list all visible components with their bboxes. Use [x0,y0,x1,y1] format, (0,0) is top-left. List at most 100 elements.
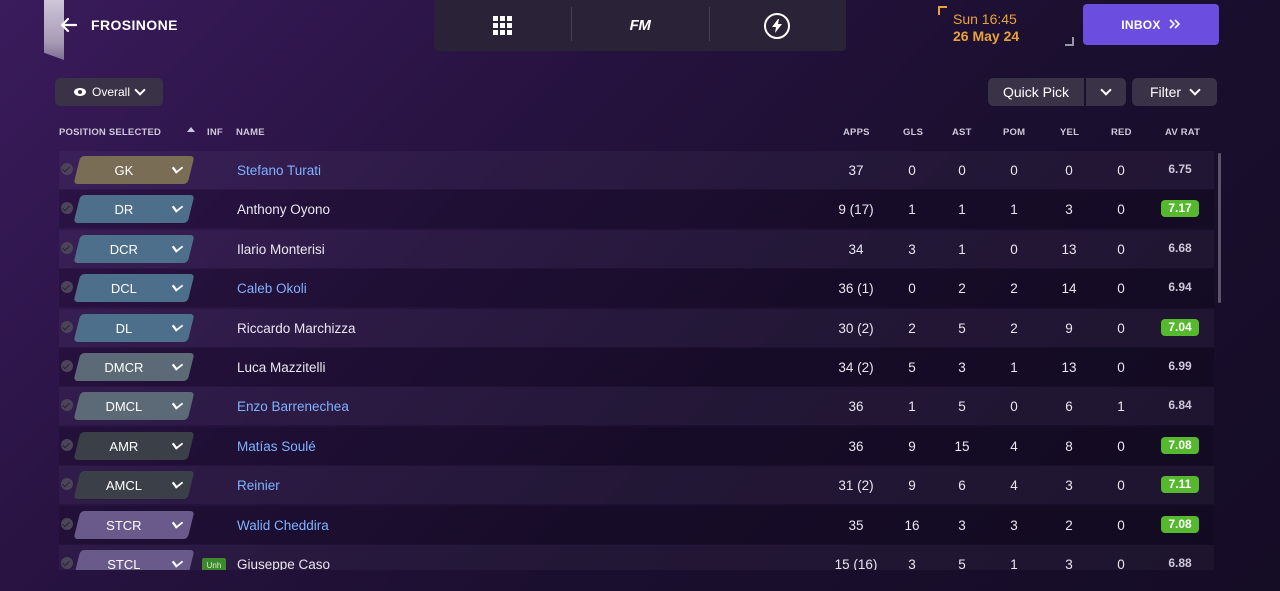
stat-yel: 0 [1065,163,1073,178]
stat-pom: 1 [1010,360,1018,375]
stat-yel: 13 [1061,360,1077,375]
stat-apps: 34 [848,241,864,257]
stat-yel: 14 [1061,281,1077,297]
game-date[interactable]: Sun 16:45 26 May 24 [938,6,1074,46]
average-rating: 7.08 [1161,515,1199,533]
player-name[interactable]: Enzo Barrenechea [237,399,349,414]
table-row[interactable]: DCR Ilario Monterisi 34 3 1 0 13 0 6.68 [59,230,1214,268]
position-label: AMCL [105,477,143,493]
position-select[interactable]: DR [73,195,195,224]
position-label: DL [115,320,133,336]
average-rating: 7.17 [1161,200,1199,218]
row-select-check-icon[interactable] [61,241,73,254]
position-select[interactable]: AMCL [73,471,195,500]
col-header-apps[interactable]: APPS [843,127,870,138]
back-arrow-icon[interactable] [58,14,80,36]
table-row[interactable]: DR Anthony Oyono 9 (17) 1 1 1 3 0 7.17 [59,190,1214,229]
stat-pom: 0 [1010,399,1018,415]
row-select-check-icon[interactable] [61,202,73,215]
row-select-check-icon[interactable] [61,163,73,175]
col-header-gls[interactable]: GLS [903,127,923,138]
stat-red: 0 [1117,320,1125,336]
col-header-ast[interactable]: AST [952,127,972,138]
chevron-down-icon [171,162,184,174]
row-select-check-icon[interactable] [61,281,73,294]
player-name[interactable]: Matías Soulé [237,439,316,454]
fm-home-button[interactable]: FM [571,0,708,51]
table-row[interactable]: AMR Matías Soulé 36 9 15 4 8 0 7.08 [59,426,1214,465]
stat-gls: 3 [908,557,916,570]
player-name[interactable]: Giuseppe Caso [237,557,330,570]
stat-gls: 5 [908,360,916,375]
position-select[interactable]: STCR [73,510,195,539]
player-name[interactable]: Anthony Oyono [237,202,330,217]
table-row[interactable]: AMCL Reinier 31 (2) 9 6 4 3 0 7.11 [59,466,1214,504]
col-header-position[interactable]: POSITION SELECTED [59,127,161,138]
position-label: AMR [109,438,139,454]
row-select-check-icon[interactable] [61,399,73,412]
player-name[interactable]: Ilario Monterisi [237,242,325,257]
row-select-check-icon[interactable] [61,557,73,569]
filter-label: Filter [1149,84,1182,100]
position-select[interactable]: DL [73,313,195,342]
club-name[interactable]: FROSINONE [91,17,178,33]
position-select[interactable]: DMCR [73,353,195,381]
table-row[interactable]: DL Riccardo Marchizza 30 (2) 2 5 2 9 0 7.04 [59,309,1214,347]
inbox-button[interactable]: INBOX [1083,4,1219,45]
scrollbar[interactable] [1218,153,1221,303]
stat-pom: 1 [1010,557,1018,570]
bolt-button[interactable] [708,0,846,51]
table-row[interactable]: GK Stefano Turati 37 0 0 0 0 0 6.75 [59,151,1214,189]
stat-red: 0 [1117,557,1125,570]
position-label: DCR [109,241,139,257]
stat-ast: 2 [958,281,966,297]
col-header-name[interactable]: NAME [236,127,265,138]
position-select[interactable]: AMR [73,431,195,460]
col-header-red[interactable]: RED [1111,127,1132,138]
unhappy-badge[interactable]: Unh [202,558,226,570]
grid-menu-button[interactable] [434,0,571,51]
filter-button[interactable]: Filter [1132,78,1217,106]
position-select[interactable]: DCR [73,234,195,263]
row-select-check-icon[interactable] [61,438,73,451]
row-select-check-icon[interactable] [61,517,73,530]
player-name[interactable]: Caleb Okoli [237,281,307,296]
position-select[interactable]: STCL [73,550,195,570]
stat-ast: 5 [958,399,966,415]
position-select[interactable]: GK [73,156,195,184]
stat-ast: 1 [958,202,966,218]
player-name[interactable]: Stefano Turati [237,163,321,178]
stat-pom: 4 [1010,478,1018,494]
table-row[interactable]: DCL Caleb Okoli 36 (1) 0 2 2 14 0 6.94 [59,269,1214,308]
row-select-check-icon[interactable] [61,478,73,491]
row-select-check-icon[interactable] [61,360,73,372]
average-rating: 6.99 [1168,359,1192,373]
player-name[interactable]: Reinier [237,478,280,493]
position-select[interactable]: DMCL [73,392,195,421]
stat-gls: 0 [908,163,916,178]
player-name[interactable]: Riccardo Marchizza [237,321,356,336]
player-name[interactable]: Walid Cheddira [237,518,329,533]
col-header-inf[interactable]: INF [207,127,223,138]
stat-yel: 3 [1065,557,1073,570]
average-rating: 6.84 [1168,398,1192,413]
stat-gls: 9 [908,478,916,494]
table-row[interactable]: STCR Walid Cheddira 35 16 3 3 2 0 7.08 [59,505,1214,544]
average-rating: 6.94 [1168,280,1192,295]
player-name[interactable]: Luca Mazzitelli [237,360,326,375]
col-header-av-rat[interactable]: AV RAT [1165,127,1200,138]
table-row[interactable]: DMCR Luca Mazzitelli 34 (2) 5 3 1 13 0 6.99 [59,348,1214,386]
stat-pom: 0 [1010,163,1018,178]
table-row[interactable]: STCL Unh Giuseppe Caso 15 (16) 3 5 1 3 0 6.88 [59,545,1214,570]
row-select-check-icon[interactable] [61,320,73,333]
col-header-yel[interactable]: YEL [1060,127,1079,138]
chevron-down-icon [171,556,184,568]
col-header-pom[interactable]: POM [1003,127,1025,138]
table-row[interactable]: DMCL Enzo Barrenechea 36 1 5 0 6 1 6.84 [59,387,1214,425]
chevron-down-icon [171,516,184,529]
quick-pick-button[interactable]: Quick Pick [988,78,1084,106]
view-select[interactable]: Overall [55,78,163,106]
quick-pick-dropdown[interactable] [1086,78,1126,106]
position-select[interactable]: DCL [73,274,195,303]
chevron-down-icon [171,477,184,489]
